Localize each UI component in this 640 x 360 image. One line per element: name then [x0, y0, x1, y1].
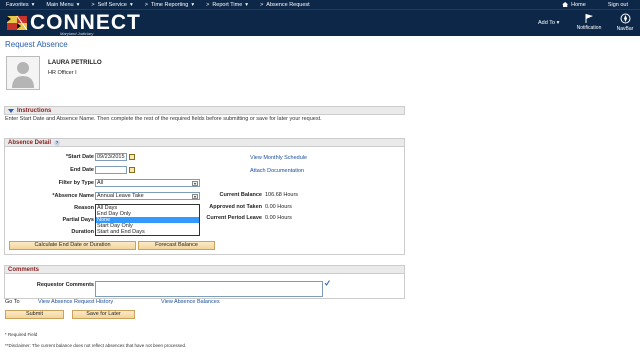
- submit-button[interactable]: Submit: [5, 310, 64, 319]
- compass-icon: [620, 13, 630, 24]
- nav-absence-request-label: Absence Request: [266, 1, 310, 8]
- chevron-down-icon: ▾: [76, 1, 80, 8]
- add-to-menu[interactable]: Add To ▾: [538, 20, 559, 26]
- nav-main-menu[interactable]: Main Menu ▾: [40, 2, 85, 8]
- current-balance-value: 106.68 Hours: [265, 192, 299, 198]
- absence-name-select[interactable]: Annual Leave Take: [95, 192, 200, 200]
- filter-by-type-value: All: [97, 180, 104, 186]
- nav-favorites-label: Favorites: [6, 1, 29, 8]
- dropdown-option[interactable]: Start and End Days: [96, 229, 199, 235]
- nav-absence-request[interactable]: > Absence Request: [254, 2, 316, 8]
- navbar-label: NavBar: [616, 26, 634, 32]
- absence-detail-header: Absence Detail ?: [4, 138, 405, 147]
- nav-favorites[interactable]: Favorites ▾: [0, 2, 40, 8]
- view-monthly-schedule-link[interactable]: View Monthly Schedule: [250, 155, 307, 161]
- logo-subtitle: Maryland Judiciary: [60, 31, 94, 36]
- partial-days-dropdown[interactable]: All Days End Day Only None Start Day Onl…: [95, 204, 200, 236]
- nav-report-time[interactable]: > Report Time ▾: [200, 2, 254, 8]
- logo-text: CONNECT: [30, 11, 141, 34]
- notification-label: Notification: [576, 25, 602, 31]
- top-nav-bar: Favorites ▾ Main Menu ▾ > Self Service ▾…: [0, 0, 640, 9]
- instructions-header-label: Instructions: [17, 107, 52, 114]
- start-date-input[interactable]: 09/23/2015: [95, 153, 127, 161]
- partial-days-label: Partial Days: [62, 217, 95, 223]
- end-date-input[interactable]: [95, 166, 127, 174]
- instructions-header[interactable]: Instructions: [4, 106, 405, 115]
- person-icon: [12, 62, 34, 88]
- requestor-comments-label: Requestor Comments: [36, 282, 94, 288]
- navbar-button[interactable]: NavBar: [610, 13, 640, 32]
- signout-link[interactable]: Sign out: [602, 2, 634, 8]
- avatar: [6, 56, 40, 90]
- calendar-icon[interactable]: [129, 154, 135, 160]
- page-title: Request Absence: [5, 40, 68, 49]
- view-absence-history-link[interactable]: View Absence Request History: [38, 299, 113, 305]
- employee-role: HR Officer I: [48, 70, 77, 76]
- spellcheck-icon[interactable]: [324, 280, 330, 286]
- chevron-down-icon: ▾: [191, 1, 195, 8]
- disclaimer-note: **Disclaimer: The current balance does n…: [5, 343, 187, 348]
- nav-time-reporting-label: Time Reporting: [150, 1, 189, 8]
- chevron-down-icon: ▾: [245, 1, 249, 8]
- employee-name: LAURA PETRILLO: [48, 59, 102, 66]
- end-date-label: End Date: [70, 167, 94, 173]
- view-absence-balances-link[interactable]: View Absence Balances: [161, 299, 220, 305]
- current-period-leave-label: Current Period Leave: [206, 215, 262, 221]
- help-icon[interactable]: ?: [54, 139, 61, 146]
- attach-documentation-link[interactable]: Attach Documentation: [250, 168, 304, 174]
- save-for-later-button[interactable]: Save for Later: [72, 310, 135, 319]
- chevron-down-icon: ▾: [556, 20, 560, 26]
- filter-by-type-label: Filter by Type: [58, 180, 94, 186]
- nav-self-service[interactable]: > Self Service ▾: [85, 2, 138, 8]
- chevron-down-icon: ▾: [129, 1, 133, 8]
- flag-icon: [585, 14, 593, 23]
- maryland-flag-icon: [7, 15, 28, 31]
- start-date-label: *Start Date: [65, 154, 94, 160]
- add-to-label: Add To: [538, 20, 556, 26]
- absence-detail-header-label: Absence Detail: [8, 139, 52, 146]
- home-icon: [562, 2, 569, 7]
- comments-header: Comments: [4, 265, 405, 274]
- notification-button[interactable]: Notification: [574, 13, 604, 31]
- nav-main-menu-label: Main Menu: [46, 1, 74, 8]
- connect-logo[interactable]: CONNECT Maryland Judiciary: [6, 11, 141, 36]
- approved-not-taken-value: 0.00 Hours: [265, 204, 292, 210]
- calculate-end-date-button[interactable]: Calculate End Date or Duration: [9, 241, 136, 250]
- nav-report-time-label: Report Time: [212, 1, 243, 8]
- collapse-icon: [8, 108, 14, 113]
- comments-header-label: Comments: [8, 266, 40, 273]
- header-banner: CONNECT Maryland Judiciary Add To ▾ Noti…: [0, 9, 640, 36]
- nav-self-service-label: Self Service: [97, 1, 127, 8]
- absence-name-label: *Absence Name: [52, 193, 94, 199]
- reason-label: Reason: [74, 205, 94, 211]
- instructions-text: Enter Start Date and Absence Name. Then …: [5, 116, 322, 122]
- required-field-note: * Required Field: [5, 332, 38, 337]
- dropdown-arrow-icon: [192, 194, 198, 199]
- goto-label: Go To: [5, 299, 20, 305]
- filter-by-type-select[interactable]: All: [95, 179, 200, 187]
- nav-time-reporting[interactable]: > Time Reporting ▾: [139, 2, 200, 8]
- forecast-balance-button[interactable]: Forecast Balance: [138, 241, 215, 250]
- dropdown-arrow-icon: [192, 181, 198, 186]
- absence-name-value: Annual Leave Take: [97, 193, 144, 199]
- current-balance-label: Current Balance: [219, 192, 263, 198]
- home-link[interactable]: Home: [556, 2, 592, 8]
- current-period-leave-value: 0.00 Hours: [265, 215, 292, 221]
- duration-label: Duration: [71, 229, 94, 235]
- calendar-icon[interactable]: [129, 167, 135, 173]
- approved-not-taken-label: Approved not Taken: [209, 204, 262, 210]
- chevron-down-icon: ▾: [31, 1, 35, 8]
- requestor-comments-textarea[interactable]: [95, 281, 323, 297]
- home-label: Home: [571, 1, 586, 8]
